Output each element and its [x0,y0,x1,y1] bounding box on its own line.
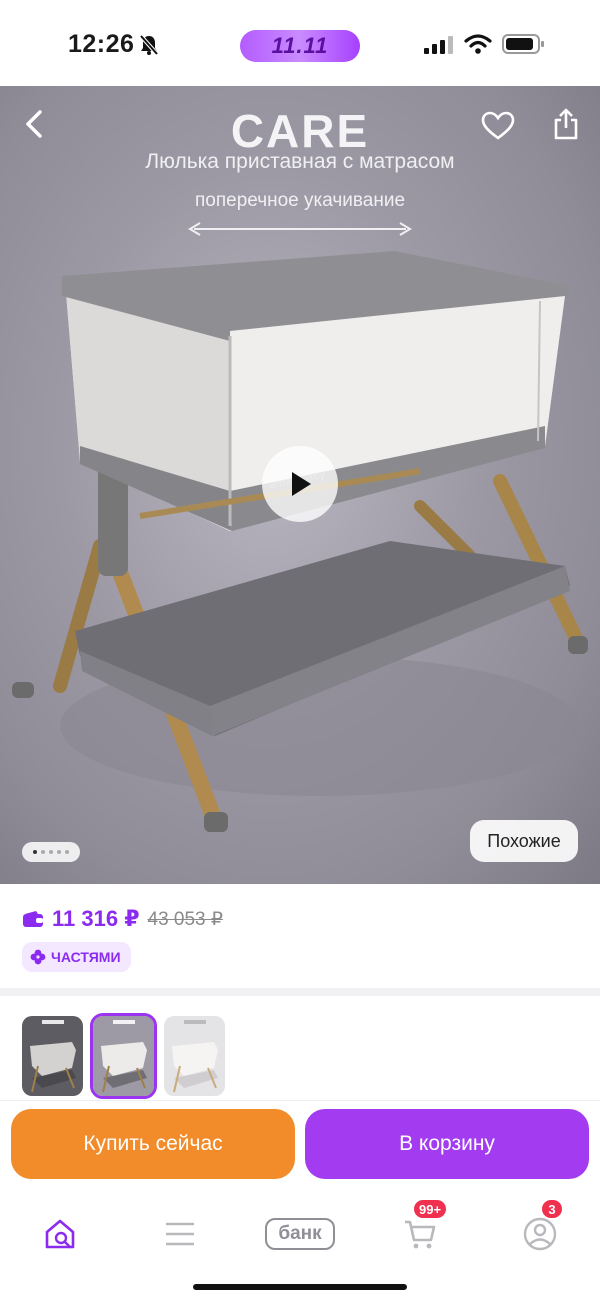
hero-subtitle-2: поперечное укачивание [194,190,406,211]
profile-badge: 3 [540,1198,564,1220]
back-button[interactable] [14,104,54,144]
video-play-button[interactable] [262,446,338,522]
action-bar: Купить сейчас В корзину [0,1100,600,1196]
home-search-icon [45,1219,75,1249]
wallet-icon [23,911,43,927]
price-row: 11 316 ₽ 43 053 ₽ [22,906,223,932]
favorite-button[interactable] [478,106,518,146]
bell-muted-icon [139,34,159,56]
share-icon [554,108,578,140]
similar-button[interactable]: Похожие [470,820,578,862]
product-image-gallery[interactable]: amarobaby CARE Люлька приставная с матра… [0,86,600,884]
gallery-dot [33,850,37,854]
gallery-dot [41,850,45,854]
gallery-pagination-dots [22,842,80,862]
price-card: 11 316 ₽ 43 053 ₽ ЧАСТЯМИ [0,884,600,988]
nav-profile[interactable]: 3 [510,1198,570,1262]
section-divider [0,988,600,996]
gallery-dot [49,850,53,854]
thumbnail-image [101,1020,147,1093]
cellular-signal-icon [424,36,453,54]
thumbnail-3[interactable] [164,1016,225,1096]
thumbnail-1[interactable] [22,1016,83,1096]
wifi-icon [464,34,492,54]
profile-icon [523,1217,557,1251]
nav-home[interactable] [30,1206,90,1262]
home-indicator [193,1284,407,1290]
installments-label: ЧАСТЯМИ [51,949,121,965]
nav-bank[interactable]: банк [264,1206,336,1262]
double-arrow-icon [188,222,412,236]
menu-icon [166,1222,194,1246]
price-current: 11 316 ₽ [52,906,140,931]
cart-icon [405,1220,436,1249]
battery-icon [502,34,544,54]
add-to-cart-button[interactable]: В корзину [305,1109,589,1179]
cart-badge: 99+ [412,1198,449,1220]
promo-badge[interactable]: 11.11 [240,30,360,62]
status-bar: 12:26 11.11 [0,0,600,86]
hero-subtitle: Люлька приставная с матрасом [145,150,455,173]
gallery-dot [65,850,69,854]
thumbnail-2-selected[interactable] [90,1013,157,1099]
nav-cart[interactable]: 99+ [390,1198,450,1262]
thumbnail-image [30,1020,76,1093]
thumbnail-strip [22,1013,225,1099]
status-time: 12:26 [68,30,135,58]
clover-icon [30,949,46,965]
thumbnail-image [172,1020,218,1093]
nav-catalog[interactable] [150,1206,210,1262]
price-old: 43 053 ₽ [147,908,223,930]
buy-now-button[interactable]: Купить сейчас [11,1109,295,1179]
heart-icon [481,111,515,140]
bank-label: банк [265,1218,335,1250]
chevron-left-icon [26,110,42,138]
play-icon [292,472,311,496]
gallery-dot [57,850,61,854]
share-button[interactable] [546,104,586,144]
installments-badge[interactable]: ЧАСТЯМИ [22,942,131,972]
